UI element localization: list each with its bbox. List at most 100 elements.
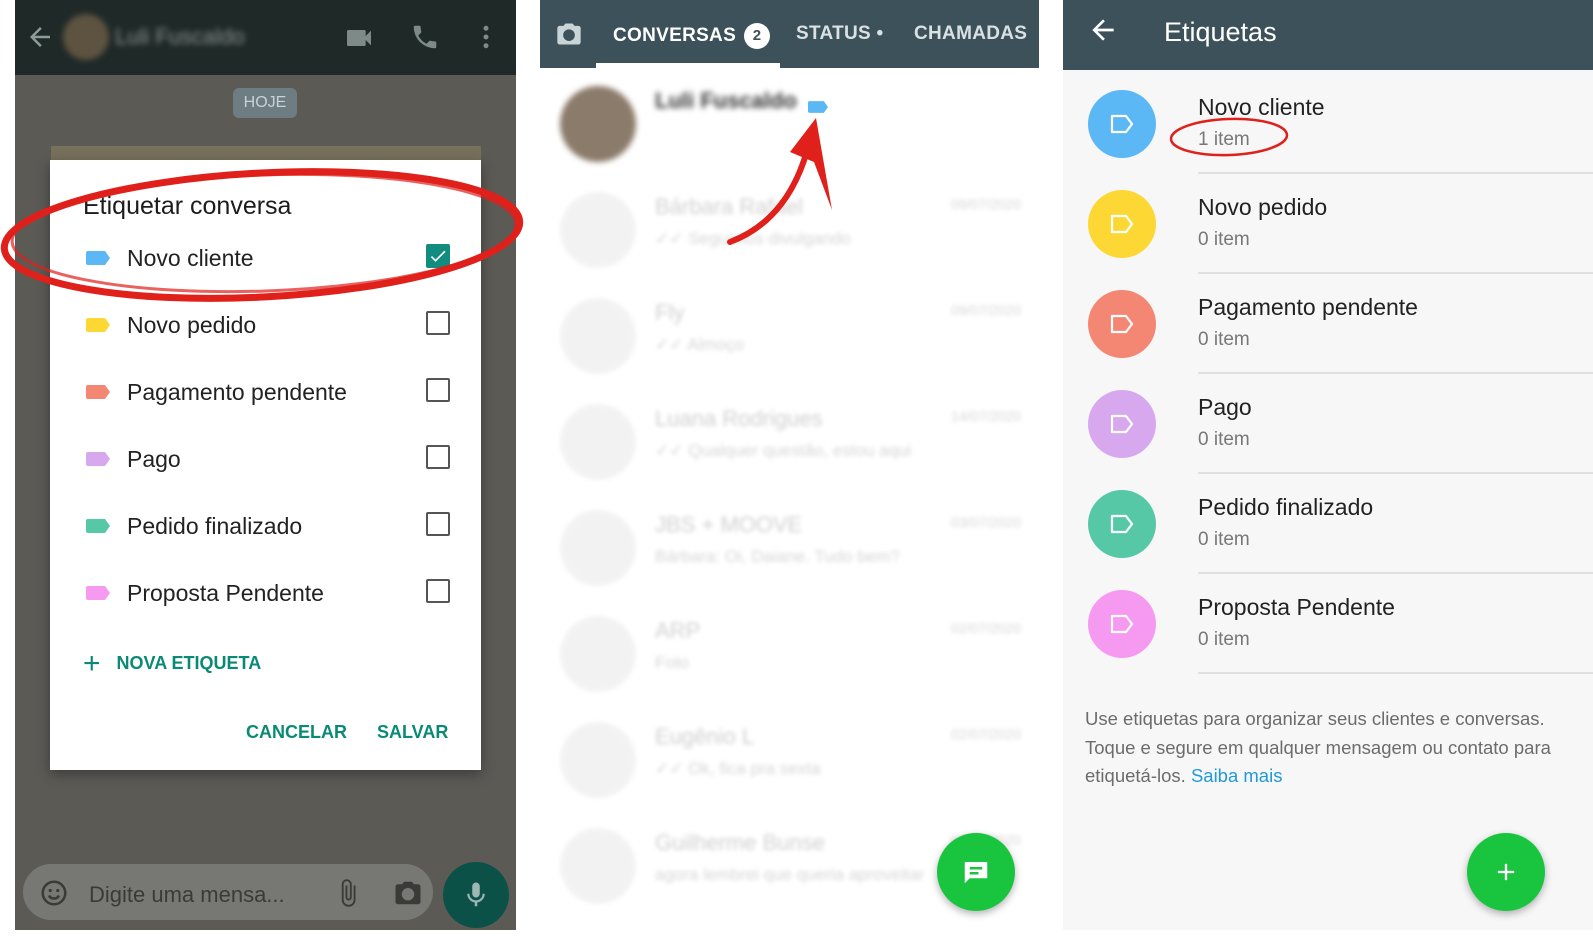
attach-icon[interactable] <box>333 878 363 908</box>
label-icon <box>1110 614 1134 634</box>
label-icon <box>86 586 110 600</box>
chat-snippet: Foto <box>655 653 690 672</box>
label-name: Pedido finalizado <box>1198 494 1374 520</box>
label-color-circle <box>1088 190 1156 258</box>
label-option-text: Pedido finalizado <box>127 513 303 539</box>
label-icon <box>1110 514 1134 534</box>
mic-button[interactable] <box>443 862 509 928</box>
chat-time: 02/07/2020 <box>950 726 1021 742</box>
chat-name: ARP <box>655 618 701 643</box>
tab-conversas[interactable]: CONVERSAS 2 <box>613 23 771 49</box>
label-option-pagamento-pendente[interactable]: Pagamento pendente <box>50 358 481 425</box>
label-color-circle <box>1088 290 1156 358</box>
label-color-circle <box>1088 90 1156 158</box>
label-checkbox[interactable] <box>426 445 450 469</box>
chat-name: Eugênio L <box>655 724 755 749</box>
chat-snippet: ✓✓ Qualquer questão, estou aqui <box>655 441 912 460</box>
label-row[interactable]: Novo cliente 1 item <box>1063 72 1593 174</box>
new-label-button[interactable]: + NOVA ETIQUETA <box>83 647 261 681</box>
back-arrow-icon[interactable] <box>25 22 55 52</box>
annotation-arrow <box>727 118 832 245</box>
label-option-text: Novo pedido <box>127 312 257 338</box>
message-placeholder: Digite uma mensa... <box>89 882 285 907</box>
date-pill: HOJE <box>233 88 297 118</box>
chat-row[interactable]: Luana Rodrigues ✓✓ Qualquer questão, est… <box>540 386 1039 492</box>
label-option-proposta-pendente[interactable]: Proposta Pendente <box>50 559 481 626</box>
chat-row[interactable]: Eugênio L ✓✓ Ok, fica pra sexta 02/07/20… <box>540 704 1039 810</box>
chat-avatar <box>560 616 636 692</box>
label-checkbox[interactable] <box>426 579 450 603</box>
label-checkbox[interactable] <box>426 512 450 536</box>
label-count: 0 item <box>1198 629 1250 650</box>
label-color-circle <box>1088 590 1156 658</box>
label-option-text: Proposta Pendente <box>127 580 324 606</box>
more-vert-icon[interactable] <box>471 22 503 54</box>
chat-row[interactable]: JBS + MOOVE Bárbara: Oi, Daiane. Tudo be… <box>540 492 1039 598</box>
contact-name[interactable]: Luli Fuscaldo <box>115 24 245 50</box>
camera-icon[interactable] <box>393 878 423 908</box>
label-name: Pagamento pendente <box>1198 294 1418 320</box>
label-option-pago[interactable]: Pago <box>50 425 481 492</box>
save-button[interactable]: SALVAR <box>377 722 448 743</box>
label-row[interactable]: Pago 0 item <box>1063 372 1593 474</box>
unread-badge: 2 <box>744 23 771 49</box>
chat-snippet: ✓✓ Almoço <box>655 335 744 354</box>
chat-name: Guilherme Bunse <box>655 830 825 855</box>
label-icon <box>1110 214 1134 234</box>
chat-time: 09/07/2020 <box>950 302 1021 318</box>
chat-name: Fly <box>655 300 685 325</box>
tab-status[interactable]: STATUS • <box>796 23 884 45</box>
chat-snippet: ✓✓ Ok, fica pra sexta <box>655 759 821 778</box>
new-chat-button[interactable] <box>937 833 1015 911</box>
chat-row[interactable]: Fly ✓✓ Almoço 09/07/2020 <box>540 280 1039 386</box>
label-count: 0 item <box>1198 529 1250 550</box>
message-input[interactable]: Digite uma mensa... <box>23 864 433 920</box>
label-row[interactable]: Novo pedido 0 item <box>1063 172 1593 274</box>
label-icon <box>1110 414 1134 434</box>
contact-avatar[interactable] <box>63 14 109 60</box>
back-arrow-icon[interactable] <box>1087 14 1121 48</box>
chat-name: JBS + MOOVE <box>655 512 803 537</box>
chat-name: Luli Fuscaldo <box>655 88 797 113</box>
chat-avatar <box>560 404 636 480</box>
video-call-icon[interactable] <box>343 22 375 54</box>
chat-avatar <box>560 192 636 268</box>
label-icon <box>86 385 110 399</box>
cancel-button[interactable]: CANCELAR <box>246 722 347 743</box>
label-row[interactable]: Pedido finalizado 0 item <box>1063 472 1593 574</box>
chat-time: 03/07/2020 <box>950 514 1021 530</box>
emoji-icon[interactable] <box>39 878 69 908</box>
phone-icon[interactable] <box>410 22 442 54</box>
label-icon <box>1110 314 1134 334</box>
chat-list-panel: CONVERSAS 2 STATUS • CHAMADAS Luli Fuscal… <box>540 0 1039 930</box>
help-text: Use etiquetas para organizar seus client… <box>1085 705 1555 791</box>
label-checkbox[interactable] <box>426 378 450 402</box>
mic-icon <box>467 882 485 907</box>
chat-name: Luana Rodrigues <box>655 406 823 431</box>
chat-time: 02/07/2020 <box>950 620 1021 636</box>
camera-icon[interactable] <box>554 20 584 48</box>
add-label-button[interactable] <box>1467 833 1545 911</box>
label-row[interactable]: Pagamento pendente 0 item <box>1063 272 1593 374</box>
label-name: Proposta Pendente <box>1198 594 1395 620</box>
label-count: 0 item <box>1198 429 1250 450</box>
label-row[interactable]: Proposta Pendente 0 item <box>1063 572 1593 674</box>
learn-more-link[interactable]: Saiba mais <box>1191 765 1283 786</box>
label-option-pedido-finalizado[interactable]: Pedido finalizado <box>50 492 481 559</box>
label-name: Pago <box>1198 394 1252 420</box>
label-icon <box>86 519 110 533</box>
help-text-body: Use etiquetas para organizar seus client… <box>1085 708 1551 786</box>
plus-icon <box>1497 863 1515 881</box>
new-label-text: NOVA ETIQUETA <box>116 652 262 673</box>
chat-avatar <box>560 298 636 374</box>
chat-row[interactable]: ARP Foto 02/07/2020 <box>540 598 1039 704</box>
chat-avatar <box>560 86 636 162</box>
highlight-ellipse <box>1169 117 1289 157</box>
divider <box>1198 672 1593 674</box>
new-chat-icon <box>964 862 988 884</box>
chat-screen-panel: Luli Fuscaldo HOJE Etiquetar conversa No… <box>15 0 516 930</box>
tab-chamadas[interactable]: CHAMADAS <box>914 23 1027 45</box>
label-color-circle <box>1088 390 1156 458</box>
label-checkbox[interactable] <box>426 311 450 335</box>
label-icon <box>86 452 110 466</box>
